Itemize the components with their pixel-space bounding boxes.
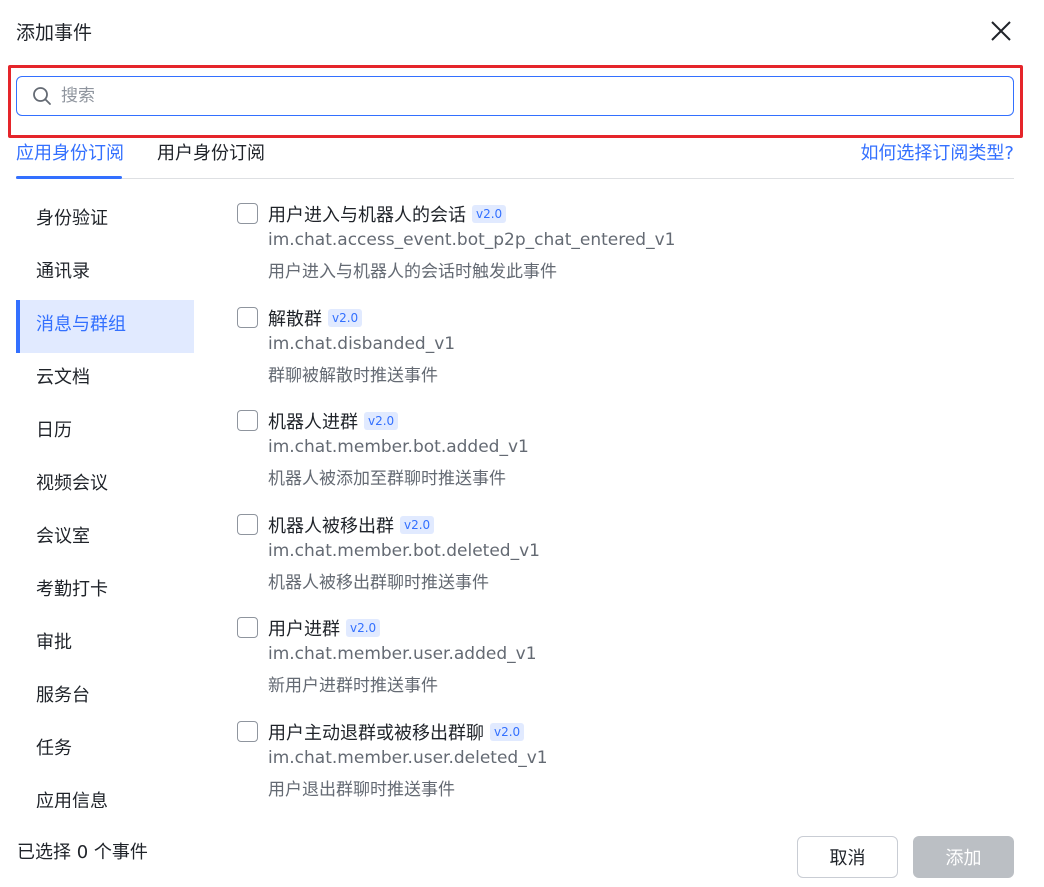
event-key: im.chat.member.bot.deleted_v1 — [268, 540, 540, 561]
event-description: 用户进入与机器人的会话时触发此事件 — [268, 262, 557, 282]
version-badge: v2.0 — [490, 722, 525, 741]
event-description: 机器人被移出群聊时推送事件 — [268, 572, 489, 593]
category-sidebar: 身份验证 通讯录 消息与群组 云文档 日历 视频会议 会议室 考勤打卡 审批 服… — [16, 194, 194, 808]
event-title: 用户进群 — [268, 619, 340, 640]
subscription-type-help-link[interactable]: 如何选择订阅类型? — [860, 139, 1014, 165]
event-item: 用户进群 v2.0 im.chat.member.user.added_v1 新… — [236, 610, 1016, 714]
event-item: 用户主动退群或被移出群聊 v2.0 im.chat.member.user.de… — [236, 714, 1016, 809]
event-title: 用户进入与机器人的会话 — [268, 205, 466, 226]
event-key: im.chat.member.user.added_v1 — [268, 644, 537, 664]
event-key: im.chat.access_event.bot_p2p_chat_entere… — [268, 230, 676, 250]
sidebar-item-approval[interactable]: 审批 — [16, 618, 194, 671]
sidebar-item-app-info[interactable]: 应用信息 — [16, 777, 194, 808]
event-key: im.chat.member.bot.added_v1 — [268, 437, 529, 457]
sidebar-item-docs[interactable]: 云文档 — [16, 353, 194, 406]
cancel-button[interactable]: 取消 — [797, 836, 898, 878]
event-key: im.chat.member.user.deleted_v1 — [268, 747, 548, 768]
event-title: 机器人进群 — [268, 412, 358, 433]
active-tab-indicator — [16, 176, 122, 179]
selected-count: 已选择 0 个事件 — [17, 842, 148, 863]
search-icon — [33, 87, 51, 105]
event-item: 机器人进群 v2.0 im.chat.member.bot.added_v1 机… — [236, 403, 1016, 507]
tab-app-identity[interactable]: 应用身份订阅 — [16, 139, 124, 165]
event-item: 用户进入与机器人的会话 v2.0 im.chat.access_event.bo… — [236, 196, 1016, 300]
sidebar-item-messages-groups[interactable]: 消息与群组 — [16, 300, 194, 353]
sidebar-item-helpdesk[interactable]: 服务台 — [16, 671, 194, 724]
add-button[interactable]: 添加 — [913, 836, 1014, 878]
event-checkbox[interactable] — [237, 720, 258, 742]
event-description: 新用户进群时推送事件 — [268, 676, 438, 696]
version-badge: v2.0 — [364, 412, 399, 430]
search-input[interactable] — [61, 86, 961, 106]
event-description: 用户退出群聊时推送事件 — [268, 779, 455, 800]
event-checkbox[interactable] — [237, 306, 258, 328]
event-title: 解散群 — [268, 308, 322, 330]
sidebar-item-identity[interactable]: 身份验证 — [16, 194, 194, 247]
event-checkbox[interactable] — [237, 513, 258, 535]
event-item: 机器人被移出群 v2.0 im.chat.member.bot.deleted_… — [236, 507, 1016, 611]
search-box[interactable] — [16, 76, 1014, 116]
event-checkbox[interactable] — [237, 410, 258, 431]
event-item: 解散群 v2.0 im.chat.disbanded_v1 群聊被解散时推送事件 — [236, 300, 1016, 404]
event-title: 用户主动退群或被移出群聊 — [268, 722, 484, 744]
sidebar-item-contacts[interactable]: 通讯录 — [16, 247, 194, 300]
sidebar-item-tasks[interactable]: 任务 — [16, 724, 194, 777]
event-title: 机器人被移出群 — [268, 515, 394, 537]
sidebar-item-meeting-room[interactable]: 会议室 — [16, 512, 194, 565]
dialog-title: 添加事件 — [16, 22, 93, 44]
sidebar-item-calendar[interactable]: 日历 — [16, 406, 194, 459]
event-checkbox[interactable] — [237, 203, 258, 224]
event-description: 机器人被添加至群聊时推送事件 — [268, 469, 506, 489]
version-badge: v2.0 — [400, 515, 435, 534]
event-checkbox[interactable] — [237, 617, 258, 638]
sidebar-item-video-meeting[interactable]: 视频会议 — [16, 459, 194, 512]
tab-user-identity[interactable]: 用户身份订阅 — [157, 139, 265, 165]
close-icon[interactable] — [986, 16, 1016, 46]
sidebar-item-attendance[interactable]: 考勤打卡 — [16, 565, 194, 618]
subscription-tabs: 应用身份订阅 用户身份订阅 如何选择订阅类型? — [16, 136, 1014, 179]
event-description: 群聊被解散时推送事件 — [268, 365, 438, 386]
version-badge: v2.0 — [346, 619, 381, 637]
version-badge: v2.0 — [328, 308, 363, 327]
event-list: 用户进入与机器人的会话 v2.0 im.chat.access_event.bo… — [236, 196, 1016, 808]
version-badge: v2.0 — [472, 205, 507, 223]
event-key: im.chat.disbanded_v1 — [268, 333, 456, 354]
